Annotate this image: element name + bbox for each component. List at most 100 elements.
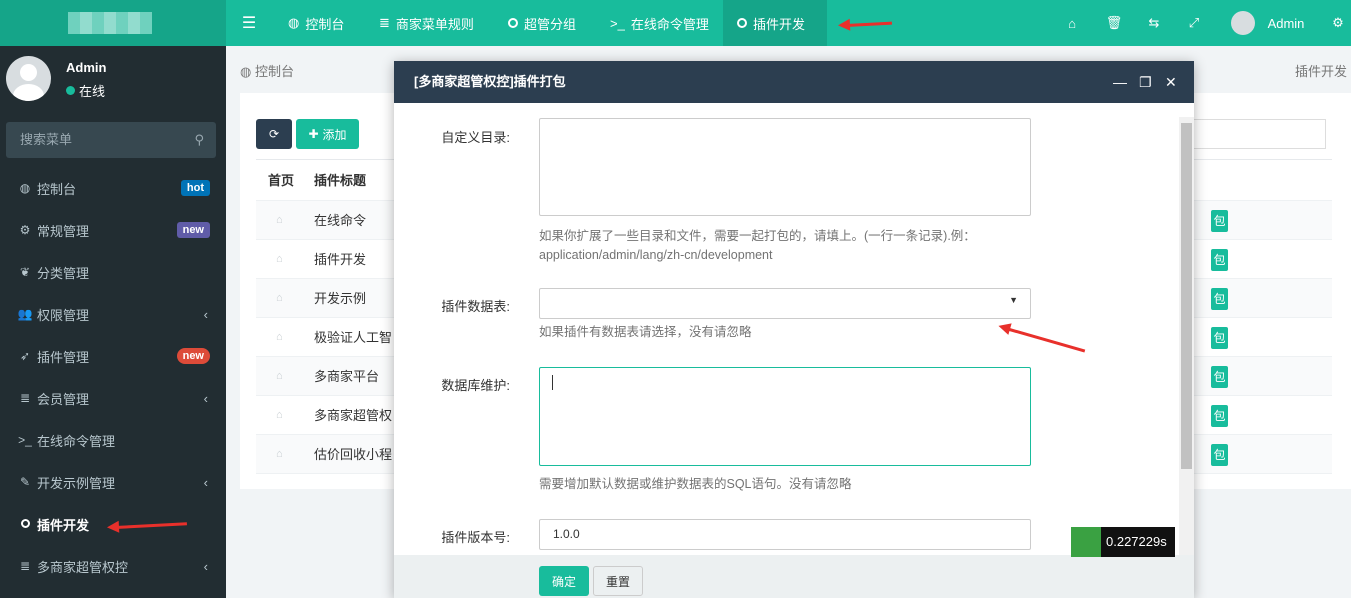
package-button[interactable]: 包	[1211, 444, 1228, 466]
caret-down-icon: ▼	[1009, 295, 1018, 305]
tables-label: 插件数据表:	[441, 299, 510, 314]
dialog-header: [多商家超管权控]插件打包	[394, 61, 1194, 103]
top-navbar: ☰ ◍ 控制台 ≣ 商家菜单规则 超管分组 >_ 在线命令管理 插件开发 ⌂ 🗑 ⇆ …	[0, 0, 1351, 46]
refresh-icon: ⟳	[268, 127, 280, 141]
user-avatar[interactable]	[1230, 0, 1256, 46]
settings-icon[interactable]: ⚙	[1328, 0, 1348, 46]
sidebar-item-addon[interactable]: ➶ 插件管理 new	[0, 335, 226, 377]
top-nav-plugin-dev[interactable]: 插件开发	[723, 0, 827, 46]
language-icon[interactable]: ⇆	[1144, 0, 1164, 46]
cogs-icon: ⚙	[19, 223, 31, 237]
package-button[interactable]: 包	[1211, 405, 1228, 427]
new-badge: new	[176, 222, 210, 238]
list-icon: ≣	[19, 391, 31, 405]
scrollbar-thumb[interactable]	[1181, 123, 1192, 469]
sidebar-item-command[interactable]: >_ 在线命令管理	[0, 419, 226, 461]
home-icon[interactable]: ⌂	[1060, 0, 1084, 46]
package-button[interactable]: 包	[1211, 327, 1228, 349]
sidebar-item-dashboard[interactable]: ◍ 控制台 hot	[0, 167, 226, 209]
reset-button[interactable]: 重置	[593, 566, 643, 596]
sidebar: Admin 在线 搜索菜单 ⚲ ◍ 控制台 hot ⚙ 常规管理 new ❦ 分类管理 👥 权…	[0, 46, 226, 598]
circle-icon	[17, 517, 33, 531]
top-user-name[interactable]: Admin	[1266, 0, 1306, 46]
leaf-icon: ❦	[19, 265, 31, 279]
col-header-title[interactable]: 插件标题	[314, 160, 366, 199]
custom-dir-help: 如果你扩展了一些目录和文件，需要一起打包的，请填上。(一行一条记录).例： app…	[539, 229, 976, 262]
new-badge: new	[176, 348, 210, 364]
refresh-button[interactable]: ⟳	[256, 119, 292, 149]
dialog-scrollbar[interactable]	[1179, 117, 1194, 555]
magic-icon: ✎	[19, 475, 31, 489]
circle-icon	[508, 18, 518, 28]
sidebar-item-member[interactable]: ≣ 会员管理 ‹	[0, 377, 226, 419]
sidebar-item-auth[interactable]: 👥 权限管理 ‹	[0, 293, 226, 335]
fullscreen-icon[interactable]: ⤢	[1184, 0, 1204, 46]
package-button[interactable]: 包	[1211, 366, 1228, 388]
confirm-button[interactable]: 确定	[539, 566, 589, 596]
top-nav-merchant-menu[interactable]: ≣ 商家菜单规则	[365, 0, 488, 46]
dialog-footer: 确定 重置	[394, 555, 1194, 598]
status-online: 在线	[66, 81, 105, 100]
add-button[interactable]: ✚ 添加	[296, 119, 359, 149]
logo-image	[68, 12, 152, 34]
table-search-input[interactable]	[1183, 119, 1326, 149]
sidebar-item-category[interactable]: ❦ 分类管理	[0, 251, 226, 293]
annotation-arrow	[845, 21, 893, 27]
search-icon[interactable]: ⚲	[194, 122, 204, 158]
close-icon[interactable]: ✕	[1165, 61, 1177, 103]
dashboard-icon: ◍	[288, 15, 300, 30]
home-icon: ⌂	[276, 370, 283, 382]
sidebar-item-general[interactable]: ⚙ 常规管理 new	[0, 209, 226, 251]
db-help: 需要增加默认数据或维护数据表的SQL语句。没有请忽略	[539, 477, 852, 491]
status-dot-icon	[66, 86, 75, 95]
top-nav-dashboard[interactable]: ◍ 控制台	[274, 0, 358, 46]
custom-dir-label: 自定义目录:	[441, 130, 510, 145]
home-icon: ⌂	[276, 409, 283, 421]
tables-help: 如果插件有数据表请选择，没有请忽略	[539, 325, 752, 339]
dashboard-icon: ◍	[240, 64, 255, 79]
top-nav-admin-group[interactable]: 超管分组	[494, 0, 590, 46]
home-icon: ⌂	[276, 253, 283, 265]
col-header-home[interactable]: 首页	[268, 160, 294, 199]
menu-toggle-icon[interactable]: ☰	[232, 0, 266, 46]
breadcrumb-current: 插件开发	[1294, 64, 1347, 79]
breadcrumb: ◍ 控制台	[240, 64, 294, 79]
sidebar-search-input[interactable]: 搜索菜单 ⚲	[6, 122, 216, 158]
version-label: 插件版本号:	[441, 530, 510, 545]
db-sql-textarea[interactable]	[539, 367, 1031, 466]
sidebar-item-example[interactable]: ✎ 开发示例管理 ‹	[0, 461, 226, 503]
top-nav-online-command[interactable]: >_ 在线命令管理	[596, 0, 723, 46]
package-button[interactable]: 包	[1211, 288, 1228, 310]
maximize-icon[interactable]: ❐	[1139, 61, 1152, 103]
chevron-left-icon: ‹	[203, 306, 208, 322]
list-icon: ≣	[19, 559, 31, 573]
chevron-left-icon: ‹	[203, 390, 208, 406]
rocket-icon: ➶	[19, 349, 31, 363]
users-icon: 👥	[17, 307, 33, 321]
home-icon: ⌂	[276, 292, 283, 304]
sidebar-item-multi-merchant[interactable]: ≣ 多商家超管权控 ‹	[0, 545, 226, 587]
dialog-title: [多商家超管权控]插件打包	[414, 74, 566, 89]
package-button[interactable]: 包	[1211, 249, 1228, 271]
user-panel: Admin 在线	[0, 46, 226, 112]
tables-select[interactable]: ▼	[539, 288, 1031, 319]
db-label: 数据库维护:	[441, 378, 510, 393]
avatar	[6, 56, 51, 101]
plugin-package-dialog: [多商家超管权控]插件打包 — ❐ ✕ 自定义目录: 如果你扩展了一些目录和文件…	[394, 61, 1194, 598]
chevron-left-icon: ‹	[203, 558, 208, 574]
circle-icon	[737, 18, 747, 28]
trace-logo-icon	[1071, 527, 1101, 557]
minimize-icon[interactable]: —	[1113, 61, 1127, 103]
sidebar-user-name: Admin	[66, 60, 107, 75]
package-button[interactable]: 包	[1211, 210, 1228, 232]
custom-dir-textarea[interactable]	[539, 118, 1031, 216]
chevron-left-icon: ‹	[203, 474, 208, 490]
list-icon: ≣	[379, 15, 390, 30]
terminal-icon: >_	[610, 15, 625, 31]
plus-icon: ✚	[308, 127, 319, 141]
trash-icon[interactable]: 🗑	[1104, 0, 1124, 46]
trace-badge[interactable]: 0.227229s	[1071, 527, 1175, 557]
version-input[interactable]: 1.0.0	[539, 519, 1031, 550]
home-icon: ⌂	[276, 448, 283, 460]
logo[interactable]	[0, 0, 226, 46]
